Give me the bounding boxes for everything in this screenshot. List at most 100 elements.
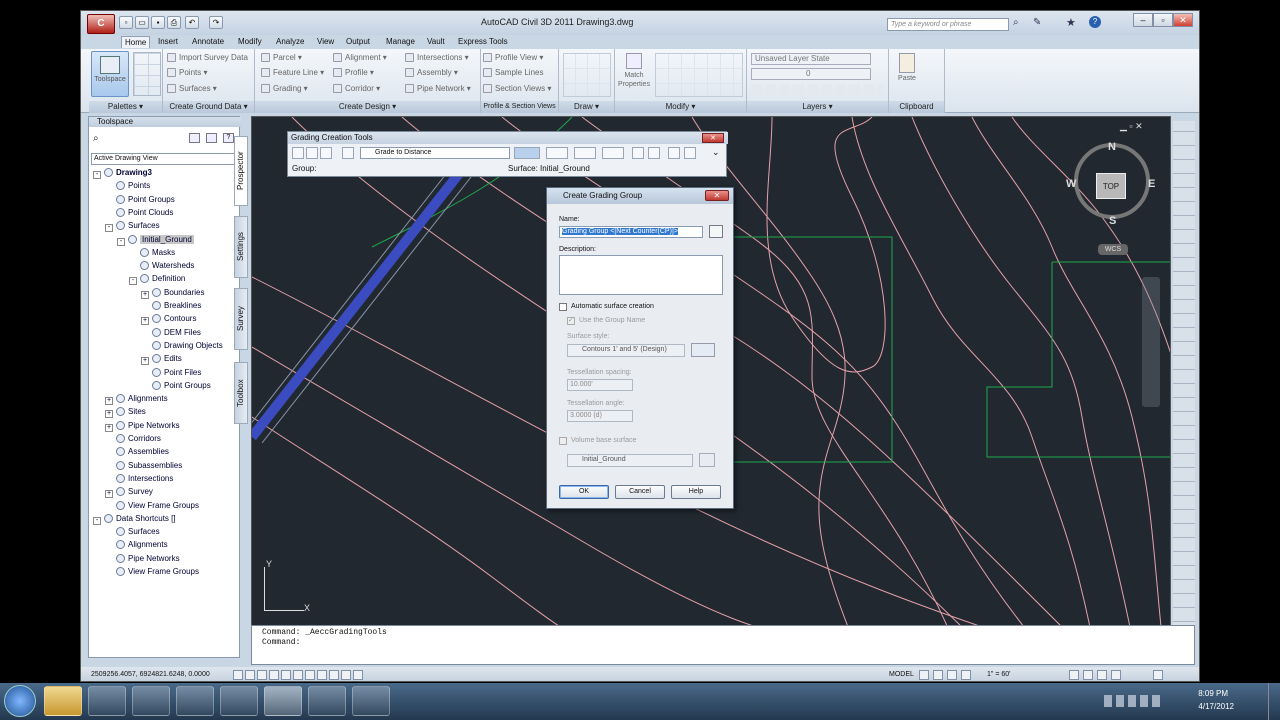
compass-east[interactable]: E bbox=[1148, 178, 1155, 190]
tree-item[interactable]: Pipe Networks bbox=[105, 553, 180, 565]
close-button[interactable]: ✕ bbox=[1173, 13, 1193, 27]
pipe-network-button[interactable]: Pipe Network ▾ bbox=[405, 84, 471, 93]
tree-item[interactable]: Drawing Objects bbox=[141, 340, 223, 352]
corridor-button[interactable]: Corridor ▾ bbox=[333, 84, 380, 93]
tree-item[interactable]: + Pipe Networks bbox=[105, 420, 180, 432]
layer-tools-row[interactable] bbox=[751, 84, 883, 96]
new-icon[interactable]: ▫ bbox=[119, 16, 133, 29]
tab-settings[interactable]: Settings bbox=[234, 216, 248, 278]
tree-expand-icon[interactable]: - bbox=[93, 171, 101, 179]
otrack-toggle-icon[interactable] bbox=[293, 670, 303, 680]
compass-west[interactable]: W bbox=[1066, 178, 1076, 190]
tree-expand-icon[interactable]: + bbox=[141, 357, 149, 366]
ducs-toggle-icon[interactable] bbox=[305, 670, 315, 680]
dialog-close-icon[interactable]: ✕ bbox=[705, 190, 729, 201]
tree-item[interactable]: + Survey bbox=[105, 486, 153, 499]
use-group-name-checkbox[interactable]: ✓ bbox=[567, 317, 575, 325]
profile-button[interactable]: Profile ▾ bbox=[333, 68, 374, 77]
tree-expand-icon[interactable]: - bbox=[117, 237, 125, 246]
feature-line-button[interactable]: Feature Line ▾ bbox=[261, 68, 324, 77]
taskbar-notes-icon[interactable] bbox=[308, 686, 346, 716]
tab-home[interactable]: Home bbox=[121, 36, 151, 48]
points-button[interactable]: Points ▾ bbox=[167, 68, 207, 77]
tree-item[interactable]: Corridors bbox=[105, 433, 161, 445]
grading-tools-close-icon[interactable]: ✕ bbox=[702, 133, 724, 143]
tree-expand-icon[interactable]: + bbox=[141, 290, 149, 299]
tree-item[interactable]: Intersections bbox=[105, 473, 173, 485]
tab-manage[interactable]: Manage bbox=[383, 36, 418, 47]
balance-icon[interactable] bbox=[668, 147, 680, 159]
tree-item[interactable]: Alignments bbox=[105, 539, 168, 551]
redo-icon[interactable]: ↷ bbox=[209, 16, 223, 29]
tree-item[interactable]: - Initial_Ground bbox=[117, 234, 194, 246]
tree-item[interactable]: - Surfaces bbox=[105, 220, 160, 233]
create-design-panel-title[interactable]: Create Design ▾ bbox=[255, 101, 480, 113]
command-line[interactable]: Command: _AeccGradingTools Command: bbox=[251, 625, 1195, 665]
tab-annotate[interactable]: Annotate bbox=[189, 36, 227, 47]
tree-item[interactable]: Points bbox=[105, 180, 150, 192]
tree-expand-icon[interactable]: - bbox=[105, 224, 113, 233]
snap-toggle-icon[interactable] bbox=[233, 670, 243, 680]
cancel-button[interactable]: Cancel bbox=[615, 485, 665, 499]
compass-north[interactable]: N bbox=[1108, 141, 1116, 153]
polar-toggle-icon[interactable] bbox=[269, 670, 279, 680]
tree-item[interactable]: Point Groups bbox=[141, 380, 211, 392]
hardware-acceleration-icon[interactable] bbox=[1097, 670, 1107, 680]
criteria-dropdown[interactable]: Grade to Distance bbox=[360, 147, 510, 159]
tree-item[interactable]: - Data Shortcuts [] bbox=[93, 513, 176, 525]
expand-chevron-icon[interactable]: ⌄ bbox=[712, 147, 720, 158]
delete-grading-icon[interactable] bbox=[602, 147, 624, 159]
tree-item[interactable]: + Edits bbox=[141, 353, 182, 366]
sample-lines-button[interactable]: Sample Lines bbox=[483, 68, 543, 77]
name-field[interactable]: Grading Group <[Next Counter(CP)]> bbox=[559, 226, 703, 238]
viewport-close-icon[interactable]: ▁ ▫ ✕ bbox=[1120, 121, 1143, 132]
tree-item[interactable]: Surfaces bbox=[105, 526, 160, 538]
tree-item[interactable]: - Definition bbox=[129, 273, 185, 286]
tab-survey[interactable]: Survey bbox=[234, 288, 248, 350]
section-views-button[interactable]: Section Views ▾ bbox=[483, 84, 551, 93]
maximize-button[interactable]: ▫ bbox=[1153, 13, 1173, 27]
toolspace-panel-icon[interactable] bbox=[206, 133, 217, 143]
match-properties-button[interactable]: Match Properties bbox=[617, 51, 651, 97]
tpy-toggle-icon[interactable] bbox=[341, 670, 351, 680]
tree-item[interactable]: + Boundaries bbox=[141, 287, 204, 299]
tree-expand-icon[interactable]: - bbox=[93, 516, 101, 525]
tree-item[interactable]: Watersheds bbox=[129, 260, 194, 272]
coordinates-readout[interactable]: 2509256.4057, 6924821.6248, 0.0000 bbox=[91, 667, 210, 681]
steering-wheel-icon[interactable] bbox=[961, 670, 971, 680]
tray-icons[interactable] bbox=[1104, 695, 1164, 707]
tree-item[interactable]: + Contours bbox=[141, 313, 196, 326]
tree-expand-icon[interactable]: + bbox=[141, 317, 149, 326]
draw-panel-title[interactable]: Draw ▾ bbox=[559, 101, 614, 113]
tree-expand-icon[interactable]: + bbox=[105, 490, 113, 499]
name-templates-icon[interactable] bbox=[709, 225, 723, 238]
favorites-icon[interactable]: ★ bbox=[1066, 16, 1076, 29]
tab-express-tools[interactable]: Express Tools bbox=[455, 36, 511, 47]
tree-expand-icon[interactable]: - bbox=[129, 277, 137, 286]
set-target-surface-icon[interactable] bbox=[306, 147, 318, 159]
tree-expand-icon[interactable]: + bbox=[105, 397, 113, 406]
tree-item[interactable]: Subassemblies bbox=[105, 460, 182, 472]
surfaces-button[interactable]: Surfaces ▾ bbox=[167, 84, 217, 93]
grid-toggle-icon[interactable] bbox=[245, 670, 255, 680]
tab-prospector[interactable]: Prospector bbox=[234, 136, 248, 206]
taskbar-media-player-icon[interactable] bbox=[88, 686, 126, 716]
toolspace-header[interactable]: Toolspace bbox=[89, 117, 241, 127]
show-desktop-button[interactable] bbox=[1268, 683, 1280, 720]
toolspace-help-icon[interactable]: ? bbox=[223, 133, 234, 143]
tree-item[interactable]: + Sites bbox=[105, 406, 146, 419]
surface-style-dropdown[interactable]: Contours 1' and 5' (Design) bbox=[567, 344, 685, 357]
lwt-toggle-icon[interactable] bbox=[329, 670, 339, 680]
taskbar-tool-icon[interactable] bbox=[352, 686, 390, 716]
search-icon[interactable]: ⌕ bbox=[1013, 17, 1019, 28]
tab-analyze[interactable]: Analyze bbox=[273, 36, 307, 47]
base-surface-pick-icon[interactable] bbox=[699, 453, 715, 467]
vertical-toolbar[interactable] bbox=[1173, 121, 1195, 631]
edit-grading-icon[interactable] bbox=[574, 147, 596, 159]
tree-item[interactable]: Point Groups bbox=[105, 194, 175, 206]
tree-item[interactable]: DEM Files bbox=[141, 327, 201, 339]
toolspace-search-icon[interactable]: ⌕ bbox=[93, 133, 99, 144]
layer-state-dropdown[interactable]: Unsaved Layer State bbox=[751, 53, 871, 65]
taskbar-autocad-icon[interactable] bbox=[264, 686, 302, 716]
tree-item[interactable]: Point Clouds bbox=[105, 207, 173, 219]
